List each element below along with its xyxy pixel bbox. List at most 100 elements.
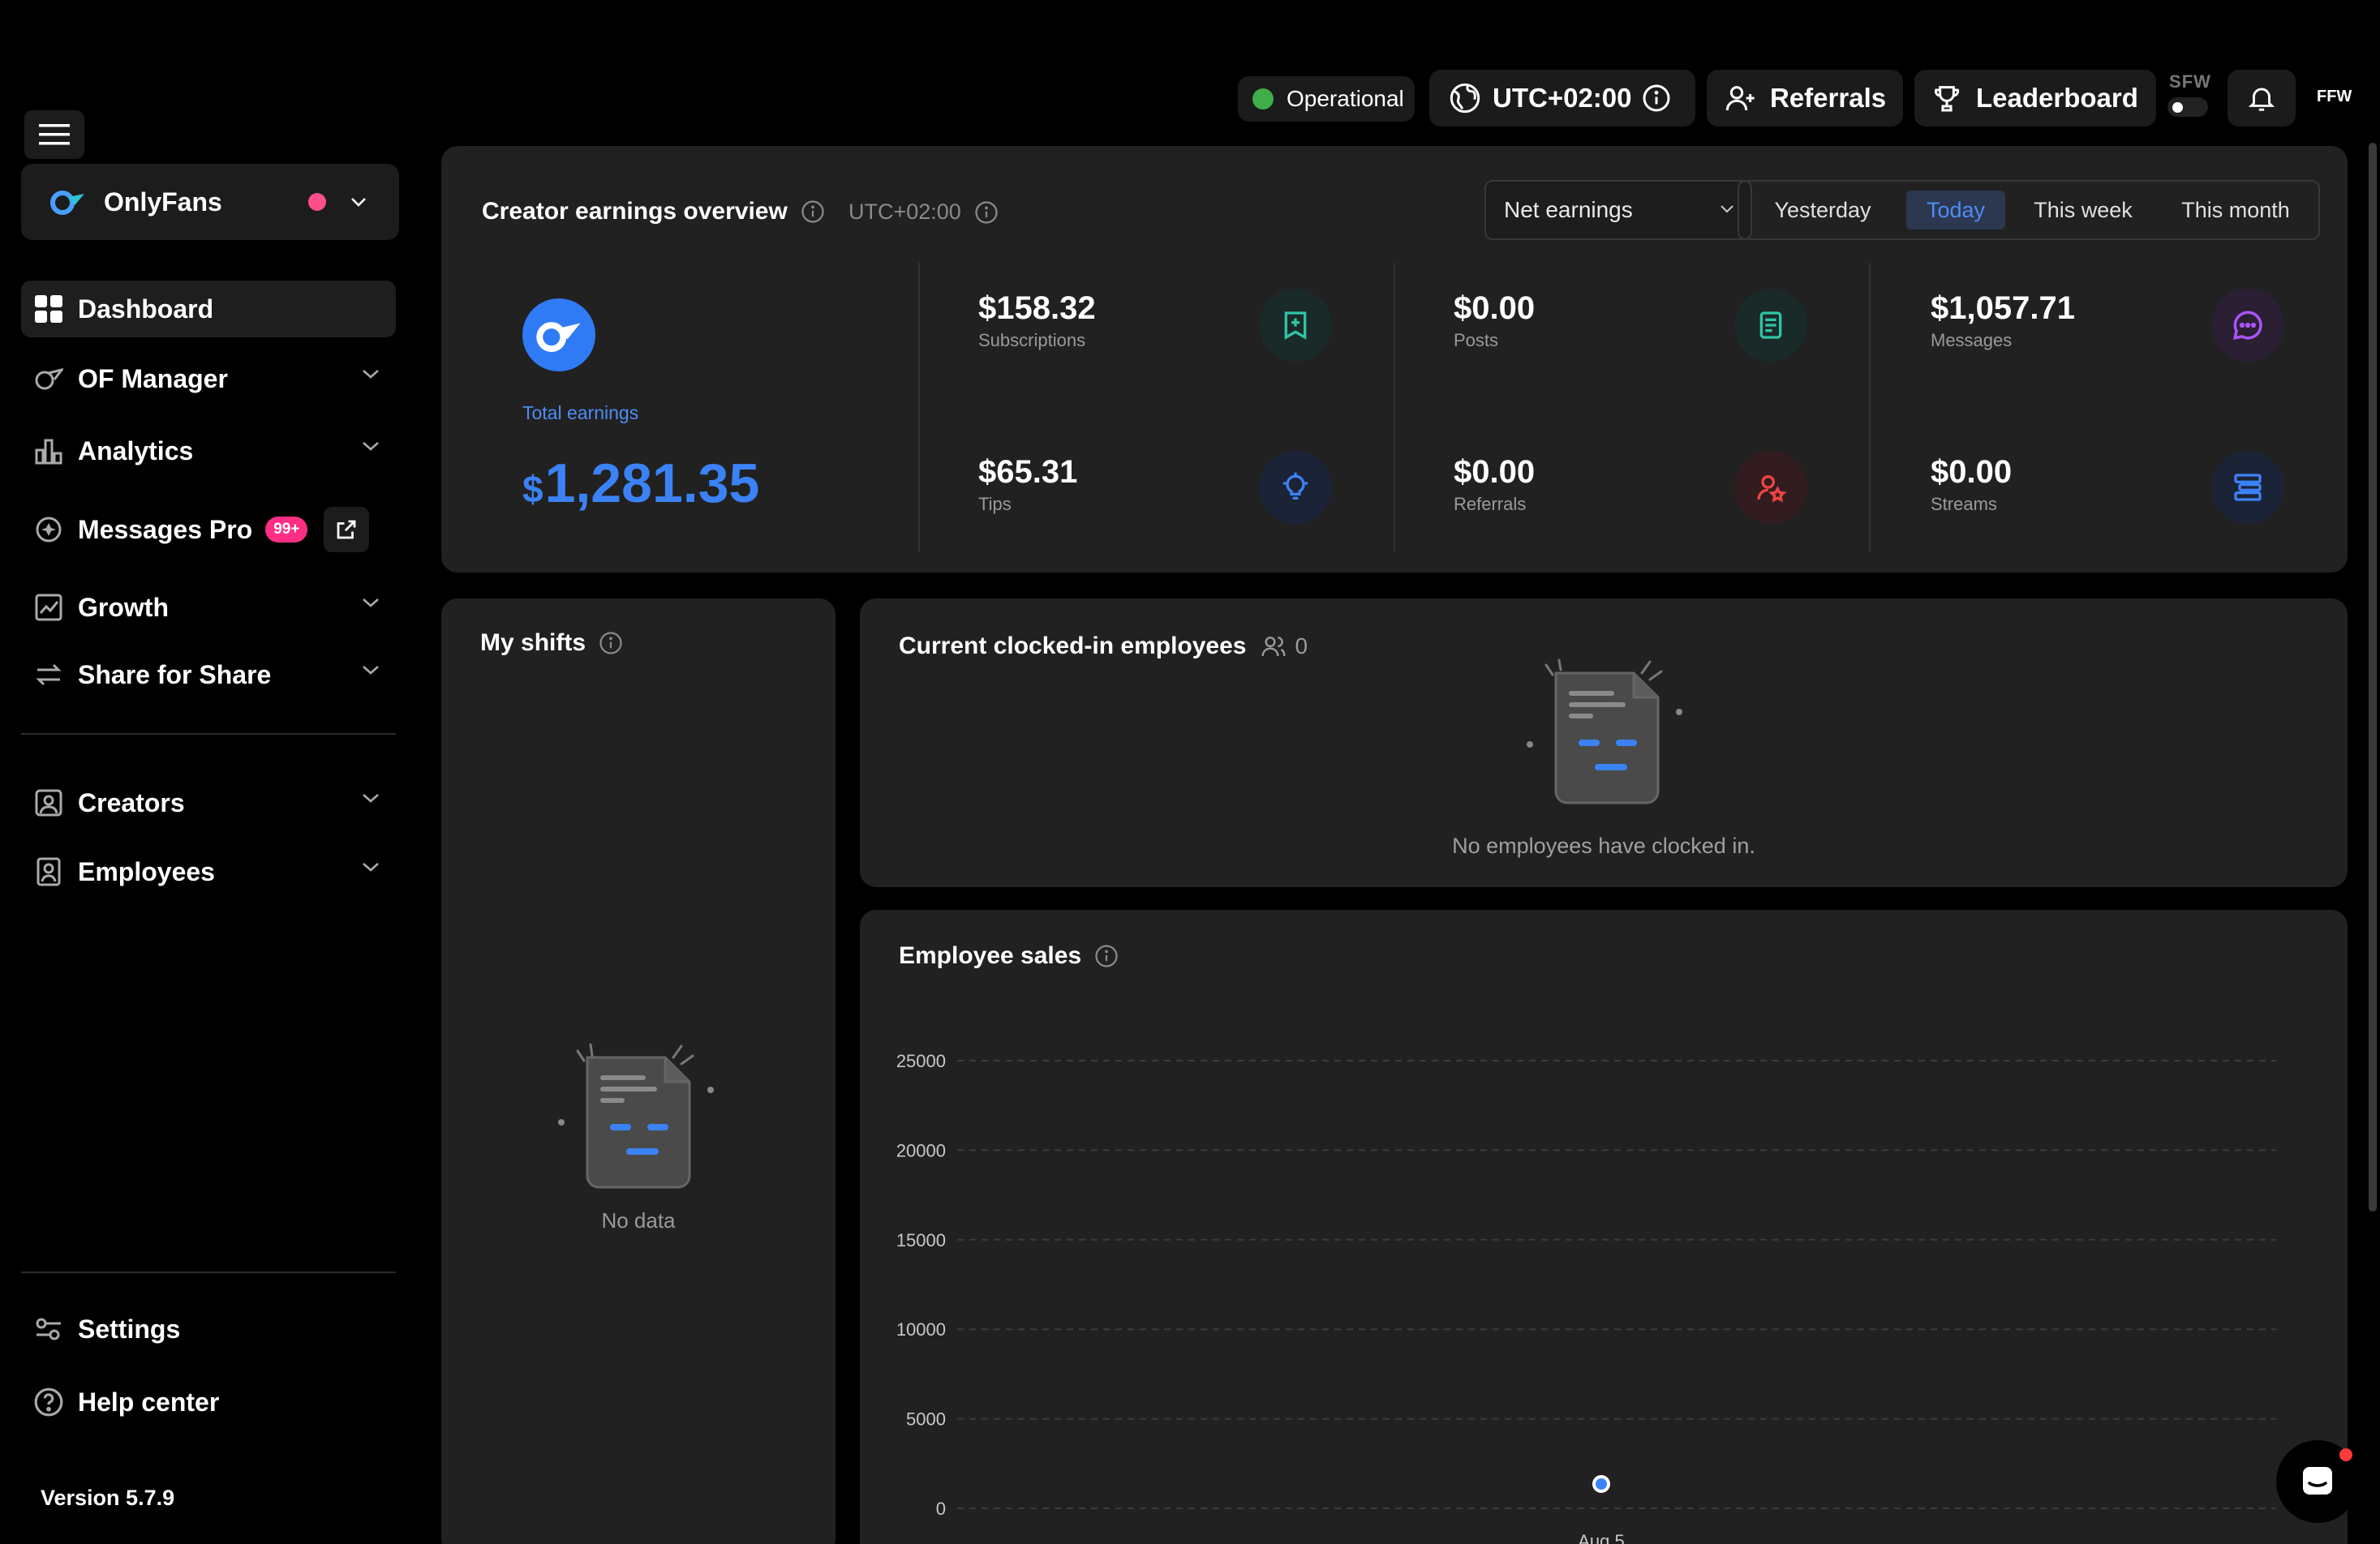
of-manager-icon [32,362,65,395]
data-point[interactable] [1592,1475,1610,1493]
nav-dashboard[interactable]: Dashboard [21,281,396,337]
nav-employees-label: Employees [78,856,215,886]
employee-sales-chart: 0 5000 10000 15000 20000 25000 Aug 5 [896,1051,2276,1544]
chevron-down-icon [1720,204,1734,214]
clocked-empty-message: No employees have clocked in. [1452,834,1755,858]
info-icon[interactable] [599,631,623,655]
nav-employees[interactable]: Employees [21,843,396,900]
nav-messages-pro[interactable]: Messages Pro 99+ [21,501,396,558]
clocked-in-panel: Current clocked-in employees 0 No employ… [860,598,2348,887]
support-chat-button[interactable] [2276,1440,2359,1523]
column-divider [918,263,920,551]
x-tick-label: Aug 5 [1578,1531,1625,1544]
timezone-label: UTC+02:00 [1493,83,1632,113]
stat-value: $65.31 [978,454,1078,490]
stream-icon [2211,451,2284,524]
info-icon[interactable] [1642,84,1671,113]
total-earnings-value: $ 1,281.35 [522,452,847,515]
y-tick-label: 0 [936,1499,946,1519]
stat-value: $0.00 [1931,454,2013,490]
stat-tips: $65.31 Tips [978,454,1077,515]
stat-subscriptions: $158.32 Subscriptions [978,290,1096,351]
sfw-toggle[interactable]: SFW [2167,71,2213,123]
nav-creators[interactable]: Creators [21,774,396,831]
sfw-switch[interactable] [2167,97,2208,117]
notifications-button[interactable] [2227,70,2296,127]
chat-icon [2298,1462,2337,1501]
info-icon[interactable] [801,199,825,224]
growth-icon [32,591,65,624]
chat-bubble-icon [2211,289,2284,362]
stat-value: $0.00 [1454,290,1536,326]
lightbulb-icon [1259,451,1332,524]
nav-of-manager[interactable]: OF Manager [21,350,396,407]
clocked-title-row: Current clocked-in employees 0 [899,633,1308,660]
nav-share-for-share-label: Share for Share [78,659,272,689]
onlyfans-logo-icon [522,298,595,371]
total-amount: 1,281.35 [544,452,760,514]
chevron-down-icon [362,664,380,676]
tab-this-week[interactable]: This week [2018,191,2148,229]
nav-growth[interactable]: Growth [21,579,396,636]
stat-label: Subscriptions [978,330,1086,350]
stat-label: Posts [1454,330,1499,350]
status-indicator[interactable]: Operational [1238,76,1415,122]
open-external-button[interactable] [324,507,370,552]
nav-analytics[interactable]: Analytics [21,422,396,479]
empty-document-icon [1520,655,1699,817]
nav-analytics-label: Analytics [78,435,194,465]
top-bar: Operational UTC+02:00 Referrals Leaderbo… [0,0,2380,143]
badge-icon [32,856,65,888]
tab-yesterday[interactable]: Yesterday [1746,191,1900,229]
overview-timezone: UTC+02:00 [848,199,999,225]
info-icon[interactable] [974,200,999,225]
account-switcher[interactable]: OnlyFans [21,164,399,240]
total-earnings-label: Total earnings [522,402,639,423]
sfw-label: SFW [2169,71,2211,92]
chevron-down-icon [350,196,367,208]
stat-posts: $0.00 Posts [1454,290,1535,351]
tab-this-month[interactable]: This month [2159,191,2312,229]
bookmark-plus-icon [1259,289,1332,362]
nav-share-for-share[interactable]: Share for Share [21,646,396,703]
clocked-title: Current clocked-in employees [899,633,1247,659]
timezone-button[interactable]: UTC+02:00 [1429,70,1695,127]
overview-title: Creator earnings overview [482,198,788,225]
total-currency: $ [522,468,543,510]
ffw-label[interactable]: FFW [2317,88,2352,106]
swap-icon [32,658,65,691]
metric-select[interactable]: Net earnings [1484,180,1752,240]
chevron-down-icon [362,440,380,452]
help-icon [32,1386,65,1418]
nav-help-center[interactable]: Help center [21,1374,396,1430]
nav-settings[interactable]: Settings [21,1301,396,1357]
account-status-dot [308,193,326,211]
nav-messages-pro-label: Messages Pro [78,514,253,544]
unread-badge: 99+ [265,517,308,543]
stat-label: Tips [978,494,1012,514]
stat-label: Referrals [1454,494,1527,514]
stat-messages: $1,057.71 Messages [1931,290,2075,351]
leaderboard-button[interactable]: Leaderboard [1914,70,2156,127]
y-tick-label: 10000 [896,1319,946,1340]
overview-timezone-label: UTC+02:00 [848,199,961,224]
version-label: Version 5.7.9 [41,1486,175,1510]
nav-creators-label: Creators [78,787,185,817]
tab-today[interactable]: Today [1906,191,2005,229]
referrals-button[interactable]: Referrals [1707,70,1903,127]
stat-value: $1,057.71 [1931,290,2075,326]
stat-streams: $0.00 Streams [1931,454,2012,515]
my-shifts-panel: My shifts No data [441,598,836,1544]
chevron-down-icon [362,368,380,380]
creator-icon [32,787,65,819]
nav-dashboard-label: Dashboard [78,294,214,324]
empty-document-icon [552,1033,730,1195]
document-icon [1734,289,1807,362]
status-dot [1252,88,1274,109]
menu-button[interactable] [24,110,84,159]
earnings-overview-panel: Creator earnings overview UTC+02:00 Net … [441,146,2348,573]
shifts-title: My shifts [480,629,586,656]
scrollbar[interactable] [2369,143,2377,1212]
user-star-icon [1734,451,1807,524]
status-label: Operational [1287,86,1404,111]
